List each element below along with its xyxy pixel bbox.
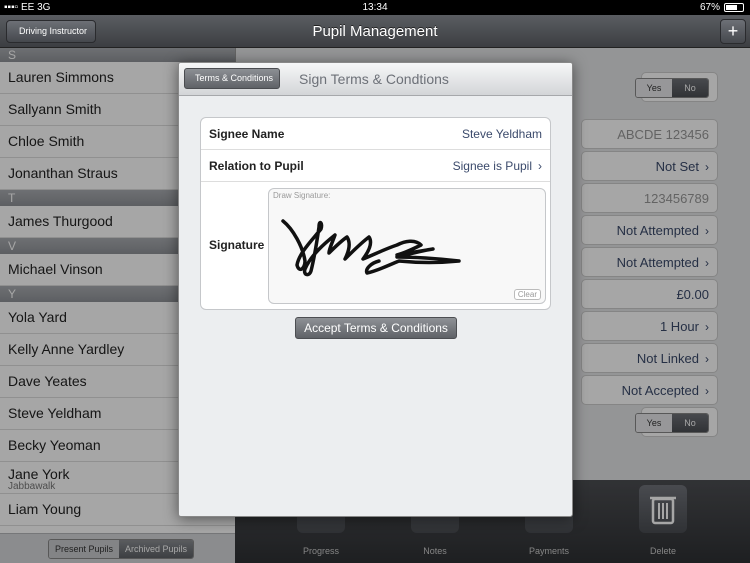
add-pupil-button[interactable]: +: [720, 19, 746, 44]
sign-terms-modal: Terms & Conditions Sign Terms & Condtion…: [178, 62, 573, 517]
status-bar: ▪▪▪▫ EE 3G 13:34 67%: [0, 0, 750, 15]
clear-signature-button[interactable]: Clear: [513, 289, 541, 300]
signee-label: Signee Name: [209, 127, 285, 141]
relation-value: Signee is Pupil ›: [453, 150, 542, 182]
page-title: Pupil Management: [312, 23, 438, 40]
chevron-right-icon: ›: [538, 159, 542, 173]
signee-row: Signee Name Steve Yeldham: [201, 118, 550, 150]
signee-value: Steve Yeldham: [461, 127, 542, 141]
signature-label: Signature: [209, 238, 265, 252]
sign-form: Signee Name Steve Yeldham Relation to Pu…: [200, 117, 551, 310]
battery-icon: [724, 3, 744, 12]
nav-bar: Driving Instructor Pupil Management +: [0, 15, 750, 48]
signature-pad[interactable]: Draw Signature: Clear: [268, 188, 546, 304]
relation-row[interactable]: Relation to Pupil Signee is Pupil ›: [201, 150, 550, 182]
accept-terms-button[interactable]: Accept Terms & Conditions: [295, 317, 457, 339]
relation-label: Relation to Pupil: [209, 159, 304, 173]
modal-header: Terms & Conditions Sign Terms & Condtion…: [179, 63, 572, 96]
signature-drawing: [281, 219, 461, 277]
clock: 13:34: [362, 2, 388, 13]
terms-back-button[interactable]: Terms & Conditions: [184, 68, 281, 89]
signature-row: Signature Draw Signature: Clear: [201, 182, 550, 309]
modal-title: Sign Terms & Condtions: [299, 71, 449, 87]
battery-indicator: 67%: [700, 0, 744, 15]
